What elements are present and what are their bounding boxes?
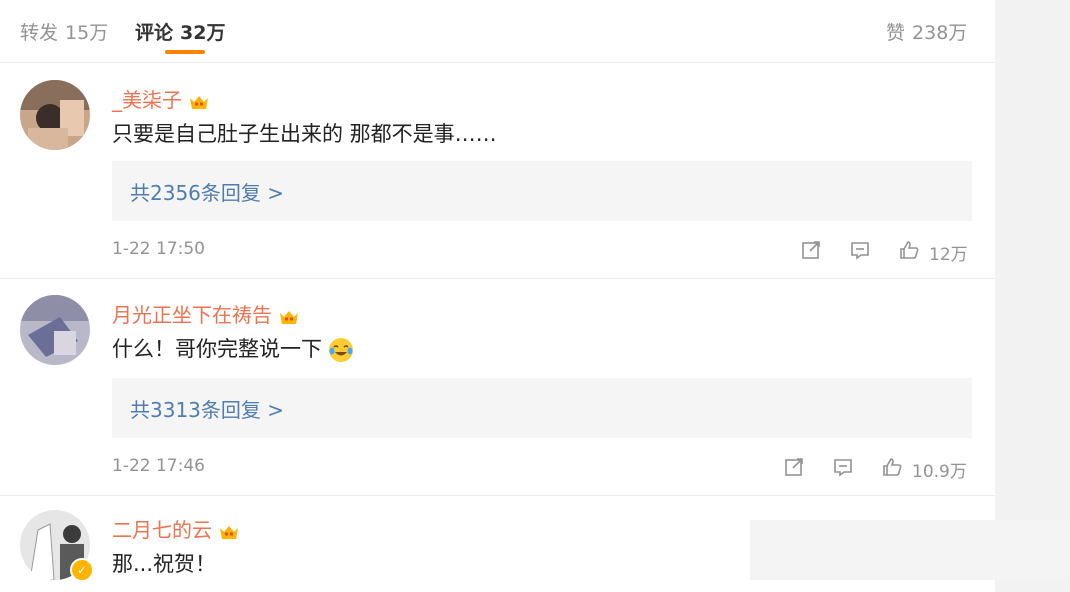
comment-meta: 1-22 17:50 12万 — [112, 239, 972, 265]
verified-badge-icon: ✓ — [70, 558, 94, 582]
tab-like-count: 238万 — [912, 22, 968, 44]
tab-like-label: 赞 — [886, 22, 906, 44]
username[interactable]: 月光正坐下在祷告 — [112, 299, 300, 328]
member-crown-icon — [218, 523, 240, 541]
tab-comment-count: 32万 — [180, 22, 226, 44]
avatar[interactable] — [20, 295, 90, 365]
laugh-cry-emoji-icon — [328, 337, 354, 363]
share-icon[interactable] — [800, 239, 822, 263]
view-replies-link[interactable]: 共2356条回复 > — [130, 177, 284, 206]
like-icon[interactable] — [881, 456, 903, 480]
comment-text: 那...祝贺！ — [112, 552, 217, 576]
timestamp: 1-22 17:46 — [112, 456, 205, 476]
tab-repost-label: 转发 — [20, 22, 59, 44]
member-crown-icon — [188, 93, 210, 111]
tab-repost-count: 15万 — [65, 22, 109, 44]
tab-repost[interactable]: 转发 15万 — [20, 18, 108, 45]
active-tab-indicator — [165, 50, 205, 54]
like-count: 10.9万 — [912, 462, 967, 482]
avatar[interactable] — [20, 80, 90, 150]
comment-text: 什么！哥你完整说一下 — [112, 333, 354, 363]
tab-comment[interactable]: 评论 32万 — [135, 18, 225, 45]
comment-item: _美柒子 只要是自己肚子生出来的 那都不是事…… 共2356条回复 > 1-22… — [0, 62, 995, 279]
timestamp: 1-22 17:50 — [112, 239, 205, 259]
tab-comment-label: 评论 — [135, 22, 174, 44]
username-text: 月光正坐下在祷告 — [112, 303, 272, 327]
username[interactable]: 二月七的云 — [112, 514, 240, 543]
comment-meta: 1-22 17:46 10.9万 — [112, 456, 972, 482]
tab-bar: 转发 15万 评论 32万 赞 238万 — [0, 0, 995, 63]
comment-icon[interactable] — [849, 239, 871, 263]
replies-box[interactable]: 共2356条回复 > — [112, 161, 972, 221]
comment-text-content: 什么！哥你完整说一下 — [112, 337, 322, 361]
like-icon[interactable] — [898, 239, 920, 263]
username[interactable]: _美柒子 — [112, 84, 210, 113]
share-icon[interactable] — [783, 456, 805, 480]
blurred-region — [750, 520, 1070, 580]
tab-like[interactable]: 赞 238万 — [886, 18, 967, 45]
comment-icon[interactable] — [832, 456, 854, 480]
comment-text: 只要是自己肚子生出来的 那都不是事…… — [112, 122, 497, 146]
comment-panel: 转发 15万 评论 32万 赞 238万 _美柒子 只要是自己肚子生出来的 那都不是事… — [0, 0, 995, 592]
username-text: 二月七的云 — [112, 518, 212, 542]
like-count: 12万 — [929, 245, 968, 265]
view-replies-link[interactable]: 共3313条回复 > — [130, 394, 284, 423]
comment-item: 月光正坐下在祷告 什么！哥你完整说一下 共3313条回复 > 1-22 17:4… — [0, 279, 995, 496]
member-crown-icon — [278, 308, 300, 326]
replies-box[interactable]: 共3313条回复 > — [112, 378, 972, 438]
username-text: _美柒子 — [112, 88, 182, 112]
